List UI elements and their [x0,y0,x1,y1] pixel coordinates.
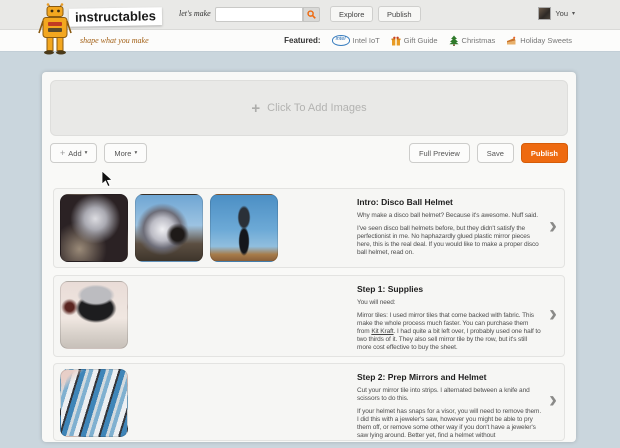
step-paragraph: Cut your mirror tile into strips. I alte… [357,387,530,402]
full-preview-button[interactable]: Full Preview [408,143,470,163]
search-label: let's make [179,9,211,18]
step-thumbnail-disco-helmet-portrait[interactable] [60,194,128,262]
magnifier-icon [307,10,316,19]
step-row-supplies[interactable]: Step 1: Supplies You will need: Mirror t… [53,275,565,357]
caret-down-icon: ▾ [84,150,88,156]
dropzone-label: Click To Add Images [267,102,367,114]
step-paragraph: Mirror tiles: I used mirror tiles that c… [357,312,541,351]
caret-down-icon: ▾ [134,150,138,156]
step-text-supplies: Step 1: Supplies You will need: Mirror t… [357,284,542,357]
publish-nav-button[interactable]: Publish [378,6,421,22]
add-button[interactable]: + Add ▾ [50,143,98,163]
intel-logo-icon: intel [331,35,350,46]
chevron-right-icon[interactable]: › [549,214,557,238]
editor-toolbar: + Add ▾ More ▾ Full Preview Save Publish [50,143,568,163]
add-images-dropzone[interactable]: + Click To Add Images [50,80,568,136]
search-input[interactable] [215,7,303,22]
step-row-intro[interactable]: Intro: Disco Ball Helmet Why make a disc… [53,188,565,268]
top-navbar: instructables let's make Explore Publish… [0,0,620,30]
featured-link-intel-iot[interactable]: intel Intel IoT [331,35,380,46]
step-paragraph: Why make a disco ball helmet? Because it… [357,212,538,219]
step-paragraph: You will need: [357,299,396,306]
mouse-cursor [101,170,113,188]
cake-slice-icon [507,36,516,44]
avatar [538,7,552,20]
publish-button[interactable]: Publish [520,143,568,163]
steps-list: Intro: Disco Ball Helmet Why make a disc… [53,188,565,441]
step-thumbnail-mirror-strips[interactable] [60,369,128,437]
instructables-logo[interactable]: instructables [68,7,163,27]
step-text-prep-mirrors: Step 2: Prep Mirrors and Helmet Cut your… [357,372,542,445]
step-thumbnail-helmet-supplies[interactable] [60,281,128,349]
more-button[interactable]: More ▾ [104,143,148,163]
editor-card: + Click To Add Images + Add ▾ More ▾ Ful… [42,72,576,442]
step-title: Step 2: Prep Mirrors and Helmet [357,372,487,382]
step-text-intro: Intro: Disco Ball Helmet Why make a disc… [357,197,542,262]
christmas-tree-icon [448,35,459,46]
step-title: Step 1: Supplies [357,284,424,294]
featured-bar: shape what you make Featured: intel Inte… [0,30,620,52]
step-paragraph: If your helmet has snaps for a visor, yo… [357,408,542,439]
step-title: Intro: Disco Ball Helmet [357,197,453,207]
gift-icon [391,36,401,45]
step-paragraph: I've seen disco ball helmets before, but… [357,225,539,256]
plus-icon: + [251,99,261,117]
robot-mascot-icon[interactable] [36,3,76,55]
featured-label: Featured: [284,36,321,45]
featured-link-gift-guide[interactable]: Gift Guide [391,36,438,46]
search-button[interactable] [303,7,320,22]
featured-link-christmas[interactable]: Christmas [448,35,495,46]
chevron-right-icon[interactable]: › [549,302,557,326]
featured-link-holiday-sweets[interactable]: Holiday Sweets [506,36,572,46]
tagline: shape what you make [80,36,149,45]
save-button[interactable]: Save [476,143,514,163]
user-menu[interactable]: You ▾ [538,7,575,20]
step-thumbnail-person-standing[interactable] [210,194,278,262]
user-menu-label: You [555,9,568,18]
chevron-right-icon[interactable]: › [549,388,557,412]
kit-kraft-link[interactable]: Kit Kraft [371,328,393,335]
featured-links: Featured: intel Intel IoT Gift Guide Chr… [284,35,620,46]
step-row-prep-mirrors[interactable]: Step 2: Prep Mirrors and Helmet Cut your… [53,363,565,441]
step-thumbnail-disco-helmet-golden-gate[interactable] [135,194,203,262]
caret-down-icon: ▾ [571,11,575,17]
explore-button[interactable]: Explore [330,6,374,22]
logo-text: instructables [74,8,157,25]
plus-icon: + [60,148,66,158]
